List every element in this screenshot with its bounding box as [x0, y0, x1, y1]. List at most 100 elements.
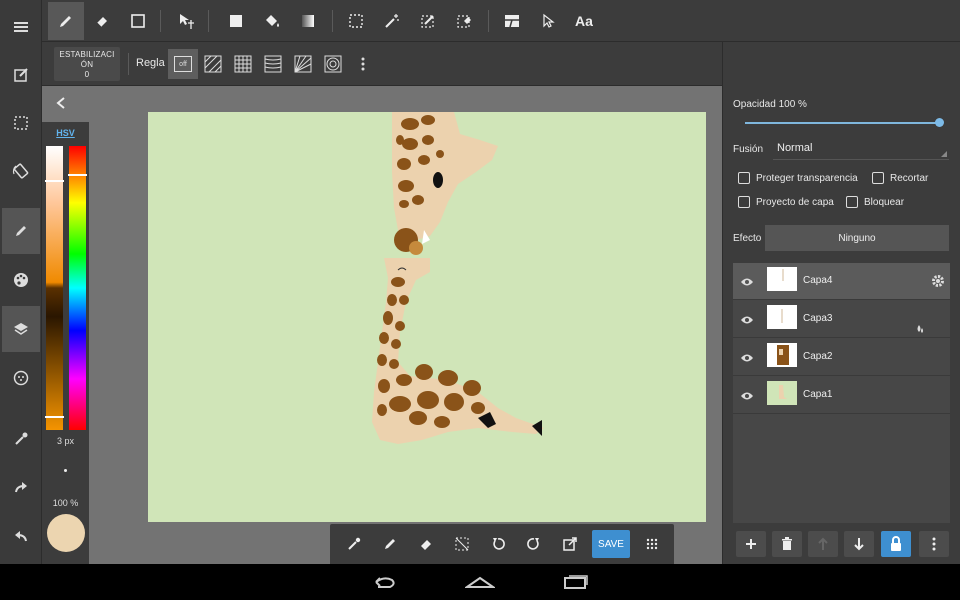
- quick-redo-button[interactable]: [520, 530, 548, 558]
- rectangle-tool[interactable]: [120, 2, 156, 40]
- lock-checkbox[interactable]: Bloquear: [846, 196, 904, 208]
- text-tool[interactable]: Aa: [566, 2, 602, 40]
- layer-opacity-slider[interactable]: [745, 122, 939, 124]
- layer-opacity-thumb[interactable]: [935, 118, 944, 127]
- material-button[interactable]: [2, 355, 40, 401]
- brush-size-preview: [64, 469, 67, 472]
- left-rail: [0, 0, 42, 564]
- eye-icon[interactable]: [739, 274, 755, 290]
- blend-mode-select[interactable]: Normal: [773, 138, 949, 160]
- clipping-checkbox[interactable]: Recortar: [872, 172, 928, 184]
- layer-row[interactable]: Capa4: [733, 263, 950, 300]
- chevron-left-icon: [56, 97, 66, 109]
- export-button[interactable]: [556, 530, 584, 558]
- move-tool[interactable]: [168, 2, 204, 40]
- eye-icon[interactable]: [739, 312, 755, 328]
- eyedropper-icon: [347, 537, 361, 551]
- grid-menu-button[interactable]: [638, 530, 666, 558]
- undo-button[interactable]: [2, 514, 40, 560]
- back-button[interactable]: [364, 570, 404, 594]
- pen-tool-button[interactable]: [2, 208, 40, 254]
- hue-slider-handle[interactable]: [68, 174, 87, 176]
- pointer-tool[interactable]: [530, 2, 566, 40]
- grid-dots-icon: [646, 538, 658, 550]
- hue-slider[interactable]: [69, 146, 86, 430]
- layer-name: Capa2: [803, 351, 833, 362]
- color-mode-toggle[interactable]: HSV: [42, 128, 89, 138]
- perspective-ruler-button[interactable]: [258, 49, 288, 79]
- ruler-off-button[interactable]: off: [168, 49, 198, 79]
- dropdown-caret-icon: [941, 151, 947, 157]
- home-button[interactable]: [460, 570, 500, 594]
- panel-tool[interactable]: [494, 2, 530, 40]
- layer-row[interactable]: Capa3: [733, 301, 950, 338]
- eyedropper-button[interactable]: [2, 416, 40, 462]
- lock-label: Bloquear: [864, 196, 905, 208]
- select-rect-tool[interactable]: [338, 2, 374, 40]
- selection-button[interactable]: [2, 100, 40, 146]
- color-panel: HSV 3 px 100 %: [42, 122, 89, 564]
- value-slider[interactable]: [46, 146, 63, 430]
- recents-button[interactable]: [556, 570, 596, 594]
- layer-project-checkbox[interactable]: Proyecto de capa: [738, 196, 834, 208]
- layer-thumbnail: [767, 305, 797, 329]
- move-layer-down-button[interactable]: [844, 531, 874, 557]
- collapse-panel-button[interactable]: [52, 94, 70, 112]
- value-slider-handle-bottom[interactable]: [45, 416, 64, 418]
- fill-rect-tool[interactable]: [218, 2, 254, 40]
- edit-canvas-button[interactable]: [2, 52, 40, 98]
- ruler-more-button[interactable]: [348, 49, 378, 79]
- eye-icon[interactable]: [739, 350, 755, 366]
- magic-wand-tool[interactable]: [374, 2, 410, 40]
- select-pen-tool[interactable]: [410, 2, 446, 40]
- pen-icon: [383, 537, 397, 551]
- redo-icon: [13, 480, 29, 496]
- home-icon: [465, 575, 495, 589]
- top-toolbar: Aa: [42, 0, 960, 42]
- quick-pen-button[interactable]: [376, 530, 404, 558]
- deselect-icon: [455, 537, 469, 551]
- effect-select[interactable]: Ninguno: [765, 225, 949, 251]
- select-eraser-tool[interactable]: [446, 2, 482, 40]
- pen-tool-icon: [13, 223, 29, 239]
- value-slider-handle[interactable]: [45, 180, 64, 182]
- radial-ruler-button[interactable]: [288, 49, 318, 79]
- brush-opacity-label[interactable]: 100 %: [42, 498, 89, 508]
- grid-ruler-button[interactable]: [228, 49, 258, 79]
- deselect-button[interactable]: [448, 530, 476, 558]
- brush-size-label[interactable]: 3 px: [42, 436, 89, 446]
- drawing-canvas[interactable]: [148, 112, 706, 522]
- fill-rect-icon: [228, 13, 244, 29]
- eraser-icon: [94, 13, 110, 29]
- stabilizer-button[interactable]: ESTABILIZACI ÓN 0: [54, 47, 120, 81]
- lock-icon: [889, 536, 903, 552]
- quick-eyedropper-button[interactable]: [340, 530, 368, 558]
- stabilizer-value: 0: [84, 70, 90, 79]
- gear-icon[interactable]: [930, 273, 946, 289]
- bucket-tool[interactable]: [254, 2, 290, 40]
- delete-layer-button[interactable]: [772, 531, 802, 557]
- layer-more-button[interactable]: [919, 531, 949, 557]
- parallel-ruler-button[interactable]: [198, 49, 228, 79]
- pen-tool[interactable]: [48, 2, 84, 40]
- circle-ruler-button[interactable]: [318, 49, 348, 79]
- rotate-screen-button[interactable]: [2, 148, 40, 194]
- layers-button[interactable]: [2, 306, 40, 352]
- menu-button[interactable]: [2, 4, 40, 50]
- checkbox-icon: [738, 196, 750, 208]
- current-color-swatch[interactable]: [47, 514, 85, 552]
- eraser-tool[interactable]: [84, 2, 120, 40]
- gradient-tool[interactable]: [290, 2, 326, 40]
- quick-eraser-button[interactable]: [412, 530, 440, 558]
- protect-transparency-checkbox[interactable]: Proteger transparencia: [738, 172, 858, 184]
- layer-row[interactable]: Capa2: [733, 339, 950, 376]
- move-layer-up-button[interactable]: [808, 531, 838, 557]
- eye-icon[interactable]: [739, 388, 755, 404]
- redo-button[interactable]: [2, 465, 40, 511]
- layer-row[interactable]: Capa1: [733, 377, 950, 414]
- lock-layer-button[interactable]: [881, 531, 911, 557]
- add-layer-button[interactable]: [736, 531, 766, 557]
- save-button[interactable]: SAVE: [592, 530, 630, 558]
- quick-undo-button[interactable]: [484, 530, 512, 558]
- palette-button[interactable]: [2, 257, 40, 303]
